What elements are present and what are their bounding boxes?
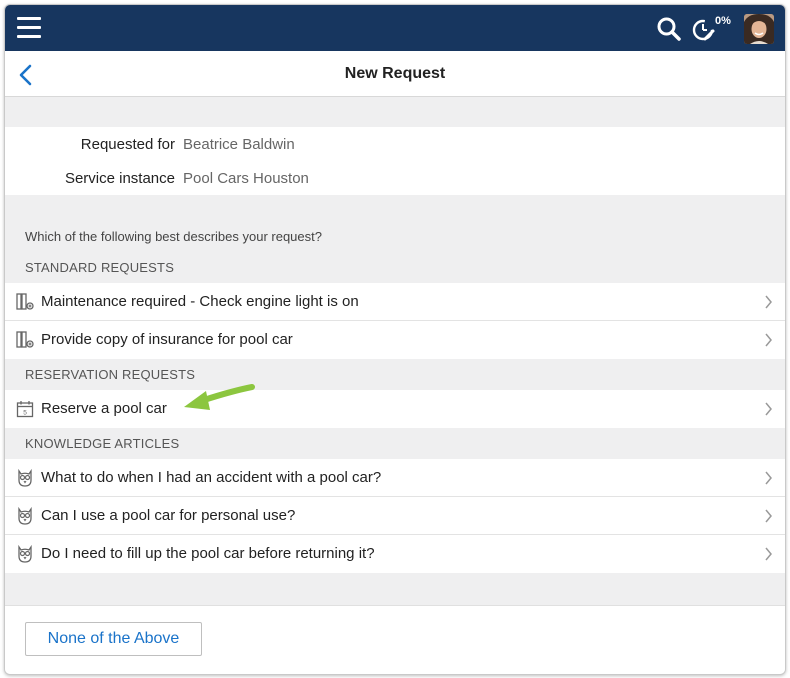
list-item-label: Maintenance required - Check engine ligh… [41, 293, 359, 310]
app-window: 0% New Request Requested for Beatrice Ba… [4, 4, 786, 675]
list-item-label: What to do when I had an accident with a… [41, 469, 382, 486]
requested-for-label: Requested for [80, 136, 175, 153]
list-item[interactable]: 5 Reserve a pool car [5, 390, 785, 428]
request-template-icon [16, 293, 34, 310]
list-item[interactable]: Can I use a pool car for personal use? [5, 497, 785, 535]
chevron-right-icon [765, 471, 772, 485]
knowledge-articles-list: What to do when I had an accident with a… [5, 459, 785, 573]
reservation-requests-list: 5 Reserve a pool car [5, 390, 785, 428]
list-item[interactable]: Provide copy of insurance for pool car [5, 321, 785, 359]
owl-icon [18, 545, 32, 563]
avatar[interactable] [744, 14, 774, 44]
requested-for-row: Requested for Beatrice Baldwin [5, 127, 785, 161]
request-info: Requested for Beatrice Baldwin Service i… [5, 127, 785, 195]
svg-text:5: 5 [23, 410, 27, 417]
chevron-right-icon [765, 547, 772, 561]
chevron-right-icon [765, 295, 772, 309]
service-instance-row: Service instance Pool Cars Houston [5, 161, 785, 195]
chevron-right-icon [765, 509, 772, 523]
list-item[interactable]: Do I need to fill up the pool car before… [5, 535, 785, 573]
search-icon[interactable] [656, 16, 682, 42]
section-header-knowledge: KNOWLEDGE ARTICLES [25, 436, 180, 451]
owl-icon [18, 507, 32, 525]
list-item-label: Provide copy of insurance for pool car [41, 331, 293, 348]
service-instance-label: Service instance [64, 170, 175, 187]
section-header-standard: STANDARD REQUESTS [25, 260, 175, 275]
list-item-label: Do I need to fill up the pool car before… [41, 545, 375, 562]
owl-icon [18, 469, 32, 487]
footer-area: None of the Above [5, 605, 785, 674]
page-title: New Request [344, 65, 446, 82]
timer-percent: 0% [715, 15, 731, 27]
chevron-right-icon [765, 402, 772, 416]
menu-icon[interactable] [17, 17, 41, 39]
list-item[interactable]: Maintenance required - Check engine ligh… [5, 283, 785, 321]
section-header-reservation: RESERVATION REQUESTS [25, 367, 196, 382]
request-template-icon [16, 331, 34, 348]
list-item[interactable]: What to do when I had an accident with a… [5, 459, 785, 497]
standard-requests-list: Maintenance required - Check engine ligh… [5, 283, 785, 359]
request-prompt: Which of the following best describes yo… [25, 229, 322, 244]
highlight-arrow-icon [184, 384, 255, 410]
list-item-label: Reserve a pool car [41, 400, 167, 417]
nav-bar: New Request [5, 51, 785, 97]
list-item-label: Can I use a pool car for personal use? [41, 507, 296, 524]
top-bar: 0% [5, 5, 785, 51]
calendar-icon: 5 [16, 401, 34, 418]
none-of-the-above-button[interactable]: None of the Above [25, 622, 202, 656]
requested-for-value[interactable]: Beatrice Baldwin [183, 136, 295, 153]
service-instance-value[interactable]: Pool Cars Houston [183, 170, 309, 187]
chevron-right-icon [765, 333, 772, 347]
